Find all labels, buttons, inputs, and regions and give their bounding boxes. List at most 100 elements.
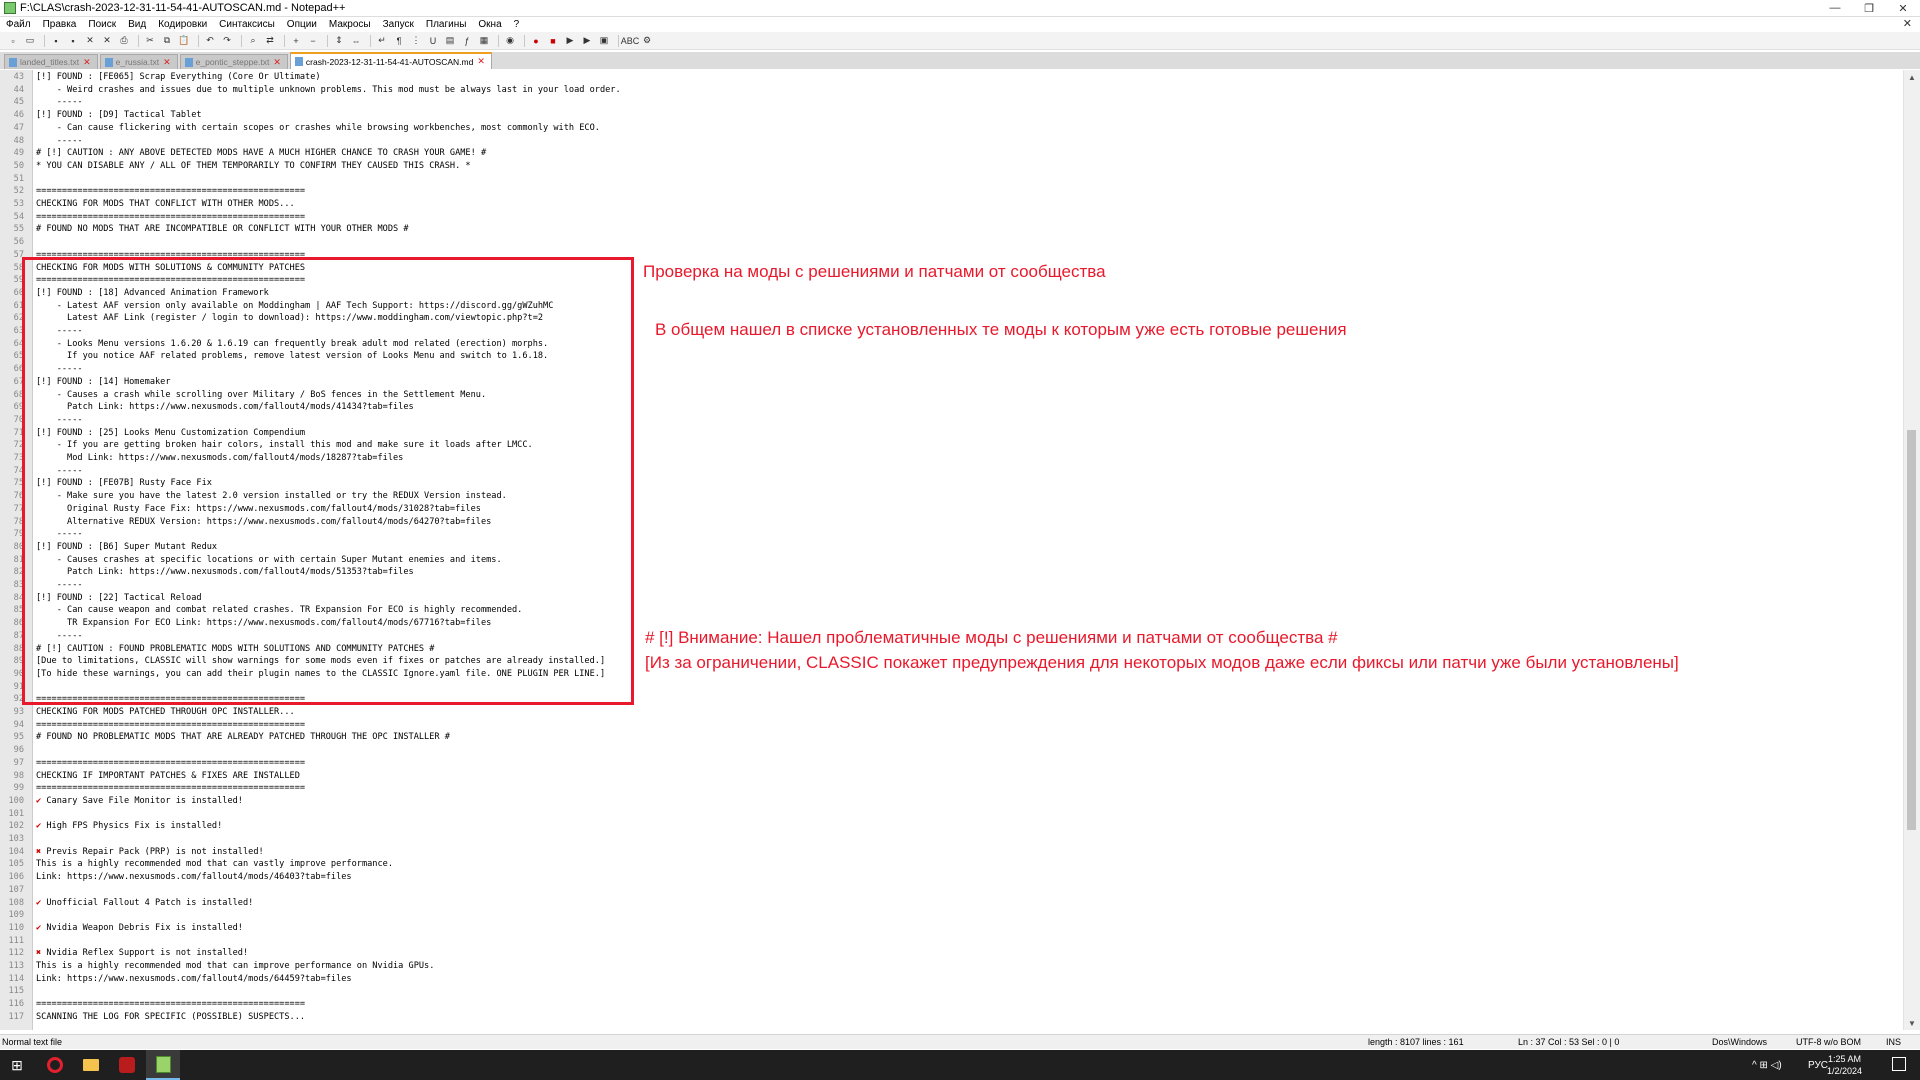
code-line[interactable]: 52 ======================================…: [0, 185, 1900, 198]
plugin-icon[interactable]: ⚙: [640, 34, 654, 47]
close-icon[interactable]: ✕: [83, 34, 97, 47]
menu-encoding[interactable]: Кодировки: [152, 19, 213, 30]
undo-icon[interactable]: ↶: [203, 34, 217, 47]
code-line[interactable]: 106 Link: https://www.nexusmods.com/fallo…: [0, 871, 1900, 884]
menu-macro[interactable]: Макросы: [323, 19, 377, 30]
menu-file[interactable]: Файл: [0, 19, 37, 30]
code-line[interactable]: 45 -----: [0, 96, 1900, 109]
menu-plugins[interactable]: Плагины: [420, 19, 473, 30]
code-line[interactable]: 96: [0, 744, 1900, 757]
copy-icon[interactable]: ⧉: [160, 34, 174, 47]
code-line[interactable]: 100 ✔ Canary Save File Monitor is install…: [0, 795, 1900, 808]
monitor-icon[interactable]: ◉: [503, 34, 517, 47]
all-chars-icon[interactable]: ¶: [392, 34, 406, 47]
tab-0[interactable]: landed_titles.txt ✕: [4, 54, 98, 69]
code-line[interactable]: 56: [0, 236, 1900, 249]
code-line[interactable]: 99 ======================================…: [0, 782, 1900, 795]
code-line[interactable]: 104 ✖ Previs Repair Pack (PRP) is not ins…: [0, 846, 1900, 859]
code-line[interactable]: 112 ✖ Nvidia Reflex Support is not instal…: [0, 947, 1900, 960]
close-tab-icon[interactable]: ✕: [83, 57, 91, 68]
doc-map-icon[interactable]: ▤: [443, 34, 457, 47]
start-button[interactable]: ⊞: [0, 1050, 34, 1080]
tab-1[interactable]: e_russia.txt ✕: [99, 54, 178, 69]
zoom-out-icon[interactable]: −: [306, 34, 320, 47]
code-line[interactable]: 97 ======================================…: [0, 757, 1900, 770]
code-line[interactable]: 93 CHECKING FOR MODS PATCHED THROUGH OPC …: [0, 706, 1900, 719]
menu-run[interactable]: Запуск: [377, 19, 420, 30]
taskbar-notepadpp[interactable]: [146, 1050, 180, 1080]
paste-icon[interactable]: 📋: [177, 34, 191, 47]
sync-h-icon[interactable]: ⇔: [349, 34, 363, 47]
close-tab-icon[interactable]: ✕: [163, 57, 171, 68]
udl-icon[interactable]: U: [426, 34, 440, 47]
zoom-in-icon[interactable]: +: [289, 34, 303, 47]
code-line[interactable]: 50 * YOU CAN DISABLE ANY / ALL OF THEM TE…: [0, 160, 1900, 173]
play-icon[interactable]: ▶: [563, 34, 577, 47]
sync-v-icon[interactable]: ⇕: [332, 34, 346, 47]
scroll-down-icon[interactable]: ▼: [1904, 1016, 1920, 1030]
wrap-icon[interactable]: ↵: [375, 34, 389, 47]
new-file-icon[interactable]: ▫: [6, 34, 20, 47]
menu-view[interactable]: Вид: [122, 19, 152, 30]
code-line[interactable]: 114 Link: https://www.nexusmods.com/fallo…: [0, 973, 1900, 986]
save-all-icon[interactable]: ▪: [66, 34, 80, 47]
redo-icon[interactable]: ↷: [220, 34, 234, 47]
code-line[interactable]: 115: [0, 985, 1900, 998]
taskbar-opera[interactable]: [38, 1050, 72, 1080]
print-icon[interactable]: ⎙: [117, 34, 131, 47]
record-icon[interactable]: ●: [529, 34, 543, 47]
play-multiple-icon[interactable]: ▶: [580, 34, 594, 47]
code-line[interactable]: 117 SCANNING THE LOG FOR SPECIFIC (POSSIB…: [0, 1011, 1900, 1024]
function-list-icon[interactable]: ƒ: [460, 34, 474, 47]
close-button[interactable]: ✕: [1886, 0, 1920, 16]
language-indicator[interactable]: РУС: [1808, 1050, 1828, 1080]
menu-edit[interactable]: Правка: [37, 19, 83, 30]
close-tab-icon[interactable]: ✕: [273, 57, 281, 68]
taskbar-app[interactable]: [110, 1050, 144, 1080]
spellcheck-icon[interactable]: ABC: [621, 34, 640, 47]
minimize-button[interactable]: —: [1818, 0, 1852, 16]
taskbar-explorer[interactable]: [74, 1050, 108, 1080]
maximize-button[interactable]: ❐: [1852, 0, 1886, 16]
code-line[interactable]: 48 -----: [0, 135, 1900, 148]
code-line[interactable]: 43 [!] FOUND : [FE065] Scrap Everything (…: [0, 71, 1900, 84]
folder-as-workspace-icon[interactable]: ▦: [477, 34, 491, 47]
code-line[interactable]: 111: [0, 935, 1900, 948]
stop-icon[interactable]: ■: [546, 34, 560, 47]
menu-language[interactable]: Синтаксисы: [213, 19, 281, 30]
scroll-up-icon[interactable]: ▲: [1904, 70, 1920, 84]
code-line[interactable]: 98 CHECKING IF IMPORTANT PATCHES & FIXES …: [0, 770, 1900, 783]
code-line[interactable]: 107: [0, 884, 1900, 897]
save-icon[interactable]: ▪: [49, 34, 63, 47]
code-line[interactable]: 103: [0, 833, 1900, 846]
indent-guide-icon[interactable]: ⋮: [409, 34, 423, 47]
close-tab-icon[interactable]: ✕: [477, 56, 485, 67]
code-line[interactable]: 101: [0, 808, 1900, 821]
code-line[interactable]: 113 This is a highly recommended mod that…: [0, 960, 1900, 973]
find-icon[interactable]: ⌕: [246, 34, 260, 47]
vertical-scrollbar[interactable]: ▲ ▼: [1903, 70, 1920, 1030]
scroll-thumb[interactable]: [1907, 430, 1916, 830]
code-line[interactable]: 105 This is a highly recommended mod that…: [0, 858, 1900, 871]
code-line[interactable]: 53 CHECKING FOR MODS THAT CONFLICT WITH O…: [0, 198, 1900, 211]
open-file-icon[interactable]: ▭: [23, 34, 37, 47]
code-line[interactable]: 46 [!] FOUND : [D9] Tactical Tablet: [0, 109, 1900, 122]
code-line[interactable]: 102 ✔ High FPS Physics Fix is installed!: [0, 820, 1900, 833]
save-macro-icon[interactable]: ▣: [597, 34, 611, 47]
menu-window[interactable]: Окна: [472, 19, 507, 30]
menu-help[interactable]: ?: [508, 19, 526, 30]
code-line[interactable]: 116 =====================================…: [0, 998, 1900, 1011]
tab-2[interactable]: e_pontic_steppe.txt ✕: [179, 54, 288, 69]
close-document-button[interactable]: ✕: [1903, 17, 1912, 30]
code-line[interactable]: 94 ======================================…: [0, 719, 1900, 732]
replace-icon[interactable]: ⇄: [263, 34, 277, 47]
notification-icon[interactable]: [1892, 1057, 1906, 1071]
tray-icons[interactable]: ^ ⊞ ◁): [1752, 1050, 1782, 1080]
code-line[interactable]: 49 # [!] CAUTION : ANY ABOVE DETECTED MOD…: [0, 147, 1900, 160]
menu-settings[interactable]: Опции: [281, 19, 323, 30]
code-line[interactable]: 110 ✔ Nvidia Weapon Debris Fix is install…: [0, 922, 1900, 935]
code-line[interactable]: 108 ✔ Unofficial Fallout 4 Patch is insta…: [0, 897, 1900, 910]
code-line[interactable]: 55 # FOUND NO MODS THAT ARE INCOMPATIBLE …: [0, 223, 1900, 236]
code-line[interactable]: 95 # FOUND NO PROBLEMATIC MODS THAT ARE A…: [0, 731, 1900, 744]
code-line[interactable]: 47 - Can cause flickering with certain s…: [0, 122, 1900, 135]
